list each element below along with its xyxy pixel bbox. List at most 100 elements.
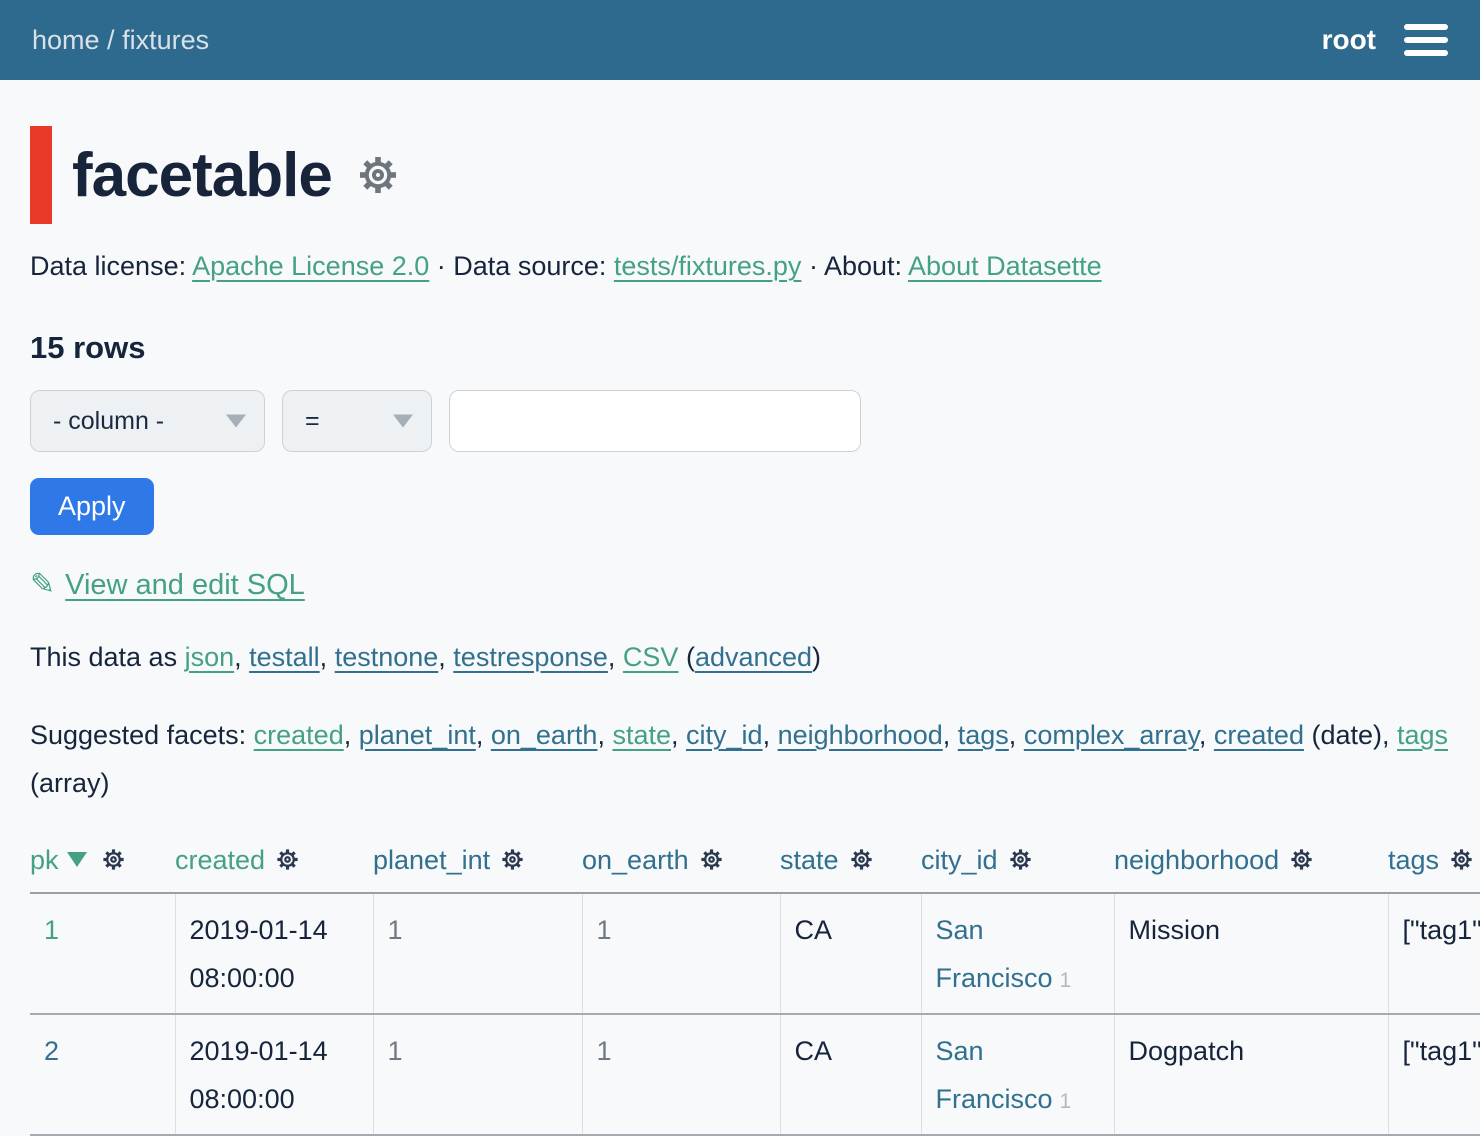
export-link-testnone[interactable]: testnone (335, 642, 439, 672)
filter-operator-select[interactable]: = (282, 390, 432, 452)
cell-on-earth: 1 (582, 893, 780, 1014)
column-header-tags: tags (1388, 845, 1480, 893)
filter-column-value: - column - (53, 407, 164, 436)
cell-tags: ["tag1", "tag3"] (1388, 1014, 1480, 1135)
breadcrumb-home-link[interactable]: home (32, 25, 100, 55)
facets-label: Suggested facets: (30, 720, 254, 750)
cell-neighborhood: Mission (1114, 893, 1388, 1014)
column-header-pk: pk (30, 845, 175, 893)
filter-value-input[interactable] (449, 390, 861, 452)
cell-planet-int: 1 (373, 1014, 582, 1135)
column-cog-icon[interactable] (1448, 846, 1475, 873)
city-link[interactable]: San Francisco (936, 915, 1053, 993)
about-link[interactable]: About Datasette (908, 251, 1102, 281)
column-cog-icon[interactable] (1007, 846, 1034, 873)
column-cog-icon[interactable] (274, 846, 301, 873)
suggested-facets-row: Suggested facets: created, planet_int, o… (30, 711, 1450, 807)
column-header-city-id: city_id (921, 845, 1114, 893)
facet-link-created-date[interactable]: created (1214, 720, 1304, 750)
facet-link-complex-array[interactable]: complex_array (1024, 720, 1199, 750)
apply-button[interactable]: Apply (30, 478, 154, 535)
cell-state: CA (780, 893, 921, 1014)
pencil-icon: ✎ (30, 568, 55, 601)
column-header-on-earth: on_earth (582, 845, 780, 893)
sort-pk-link[interactable]: pk (30, 845, 59, 875)
sort-planet-int-link[interactable]: planet_int (373, 845, 490, 875)
view-edit-sql-link[interactable]: View and edit SQL (65, 569, 305, 601)
column-cog-icon[interactable] (100, 846, 127, 873)
page-title: facetable (72, 140, 332, 211)
table-settings-gear-icon[interactable] (354, 151, 402, 199)
foreign-key-value: 1 (1060, 969, 1072, 992)
facet-link-on-earth[interactable]: on_earth (491, 720, 598, 750)
column-cog-icon[interactable] (698, 846, 725, 873)
chevron-down-icon (226, 415, 246, 428)
source-link[interactable]: tests/fixtures.py (614, 251, 802, 281)
chevron-down-icon (393, 415, 413, 428)
breadcrumb: home / fixtures (32, 25, 209, 56)
export-link-json[interactable]: json (185, 642, 235, 672)
export-formats-row: This data as json, testall, testnone, te… (30, 642, 1450, 673)
breadcrumb-separator: / (100, 25, 123, 55)
sort-neighborhood-link[interactable]: neighborhood (1114, 845, 1279, 875)
export-link-testall[interactable]: testall (249, 642, 320, 672)
filter-row: - column - = (30, 390, 1450, 452)
facet-link-tags[interactable]: tags (958, 720, 1009, 750)
column-cog-icon[interactable] (848, 846, 875, 873)
city-link[interactable]: San Francisco (936, 1036, 1053, 1114)
table-row: 2 2019-01-14 08:00:00 1 1 CA San Francis… (30, 1014, 1480, 1135)
facet-link-state[interactable]: state (612, 720, 671, 750)
column-header-planet-int: planet_int (373, 845, 582, 893)
filter-operator-value: = (305, 407, 320, 436)
facet-link-city-id[interactable]: city_id (686, 720, 763, 750)
cell-city-id: San Francisco 1 (921, 893, 1114, 1014)
source-label: Data source: (453, 251, 614, 281)
sql-link-row: ✎ View and edit SQL (30, 567, 1450, 602)
database-metadata: Data license: Apache License 2.0 · Data … (30, 246, 1450, 286)
cell-city-id: San Francisco 1 (921, 1014, 1114, 1135)
facet-link-neighborhood[interactable]: neighborhood (778, 720, 943, 750)
cell-planet-int: 1 (373, 893, 582, 1014)
logged-in-user-link[interactable]: root (1322, 24, 1376, 56)
column-header-neighborhood: neighborhood (1114, 845, 1388, 893)
facet-link-created[interactable]: created (254, 720, 344, 750)
license-link[interactable]: Apache License 2.0 (192, 251, 429, 281)
rows-table: pk created planet_int on_earth state cit… (30, 845, 1480, 1136)
cell-created: 2019-01-14 08:00:00 (175, 1014, 373, 1135)
brand-red-bar (30, 126, 52, 224)
cell-neighborhood: Dogpatch (1114, 1014, 1388, 1135)
facet-link-tags-array[interactable]: tags (1397, 720, 1448, 750)
export-link-testresponse[interactable]: testresponse (453, 642, 608, 672)
cell-pk: 2 (30, 1014, 175, 1135)
table-row: 1 2019-01-14 08:00:00 1 1 CA San Francis… (30, 893, 1480, 1014)
table-header-row: pk created planet_int on_earth state cit… (30, 845, 1480, 893)
sort-created-link[interactable]: created (175, 845, 265, 875)
export-link-csv[interactable]: CSV (623, 642, 679, 672)
sort-desc-icon (67, 852, 87, 867)
facet-link-planet-int[interactable]: planet_int (359, 720, 476, 750)
column-cog-icon[interactable] (499, 846, 526, 873)
column-cog-icon[interactable] (1288, 846, 1315, 873)
breadcrumb-database-link[interactable]: fixtures (122, 25, 209, 55)
license-label: Data license: (30, 251, 192, 281)
cell-state: CA (780, 1014, 921, 1135)
column-header-created: created (175, 845, 373, 893)
row-pk-link[interactable]: 2 (44, 1036, 59, 1066)
cell-pk: 1 (30, 893, 175, 1014)
sort-on-earth-link[interactable]: on_earth (582, 845, 689, 875)
sort-tags-link[interactable]: tags (1388, 845, 1439, 875)
page-title-bar: facetable (30, 126, 1450, 224)
sort-city-id-link[interactable]: city_id (921, 845, 998, 875)
cell-on-earth: 1 (582, 1014, 780, 1135)
cell-tags: ["tag1", "tag2"] (1388, 893, 1480, 1014)
row-pk-link[interactable]: 1 (44, 915, 59, 945)
about-label: About: (824, 251, 908, 281)
hamburger-menu-icon[interactable] (1404, 24, 1448, 56)
cell-created: 2019-01-14 08:00:00 (175, 893, 373, 1014)
sort-state-link[interactable]: state (780, 845, 839, 875)
filter-column-select[interactable]: - column - (30, 390, 265, 452)
export-label: This data as (30, 642, 185, 672)
foreign-key-value: 1 (1060, 1090, 1072, 1113)
column-header-state: state (780, 845, 921, 893)
export-link-advanced[interactable]: advanced (695, 642, 812, 672)
